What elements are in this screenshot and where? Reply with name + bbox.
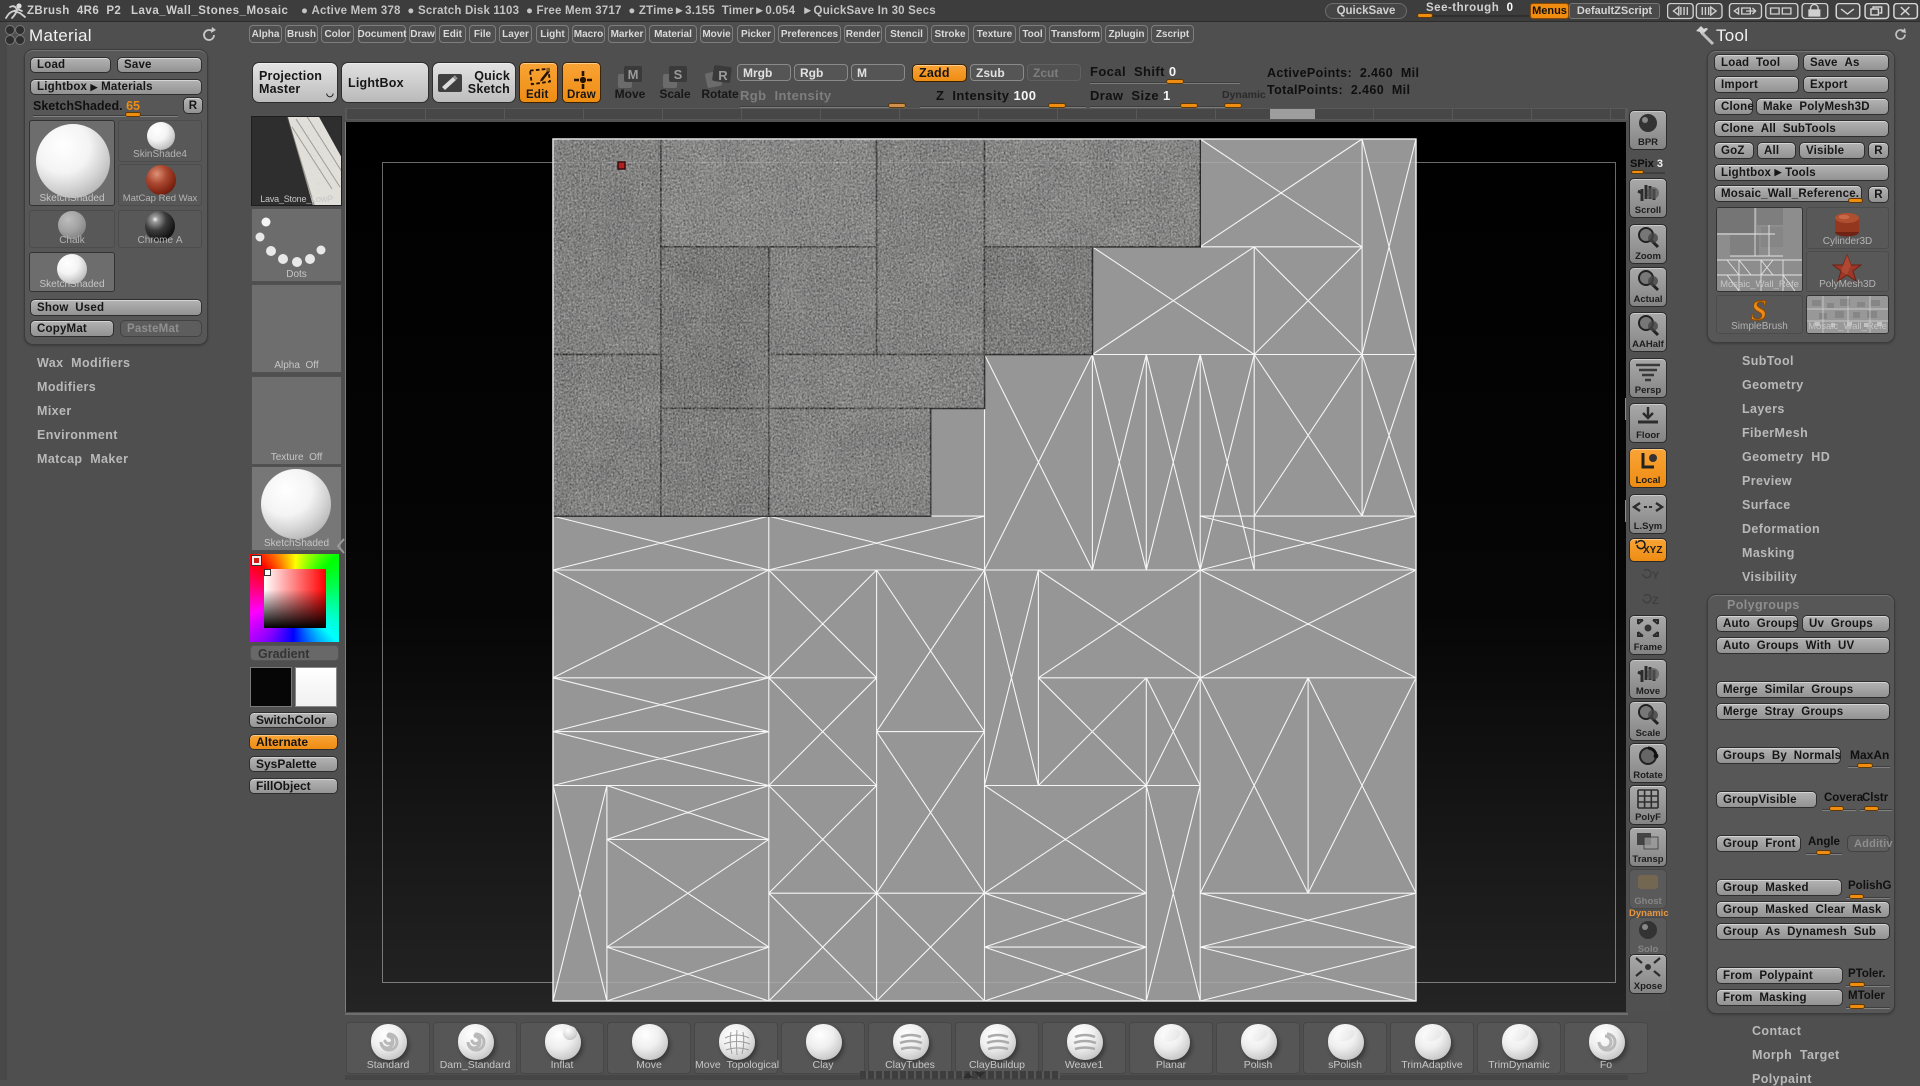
svg-text:XYZ: XYZ bbox=[1643, 545, 1662, 556]
svg-text:Y: Y bbox=[1652, 570, 1660, 582]
svg-text:Z: Z bbox=[1652, 595, 1659, 607]
svg-text:S: S bbox=[674, 67, 683, 82]
svg-text:R: R bbox=[718, 68, 728, 83]
svg-text:M: M bbox=[628, 67, 639, 82]
